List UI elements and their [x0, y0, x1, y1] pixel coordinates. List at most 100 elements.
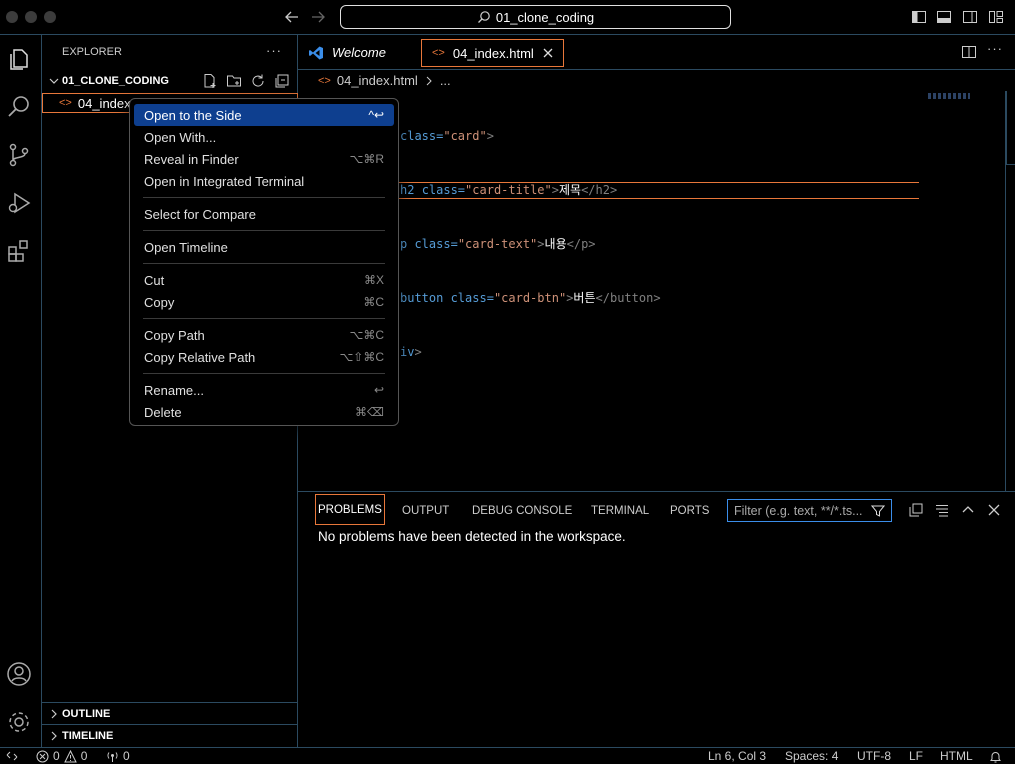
- outline-label: OUTLINE: [62, 707, 111, 720]
- encoding[interactable]: UTF-8: [857, 749, 891, 763]
- notifications-bell-icon[interactable]: [989, 750, 1002, 763]
- back-arrow-icon[interactable]: [284, 9, 300, 25]
- code-editor[interactable]: class="card"> h2 class="card-title">제목</…: [400, 91, 661, 379]
- toggle-panel-icon[interactable]: [936, 9, 952, 25]
- search-icon: [477, 10, 491, 24]
- accounts-icon[interactable]: [6, 661, 32, 687]
- command-center-search[interactable]: 01_clone_coding: [340, 5, 731, 29]
- toggle-secondary-sidebar-icon[interactable]: [962, 9, 978, 25]
- menu-separator: [143, 230, 385, 231]
- breadcrumb-file[interactable]: 04_index.html: [337, 73, 418, 88]
- menu-item-delete[interactable]: Delete ⌘⌫: [134, 401, 394, 423]
- menu-item-select-for-compare[interactable]: Select for Compare: [134, 203, 394, 225]
- minimize-window-button[interactable]: [25, 11, 37, 23]
- editor-more-actions[interactable]: ···: [987, 41, 1003, 56]
- menu-item-open-with[interactable]: Open With...: [134, 126, 394, 148]
- current-line-border-top: [398, 182, 919, 183]
- ports-status[interactable]: 0: [106, 749, 130, 763]
- problems-status[interactable]: 0 0: [36, 749, 87, 763]
- warning-icon: [63, 749, 77, 763]
- forward-arrow-icon[interactable]: [310, 9, 326, 25]
- menu-separator: [143, 318, 385, 319]
- menu-separator: [143, 373, 385, 374]
- view-as-tree-icon[interactable]: [934, 502, 950, 518]
- menu-item-copy-path[interactable]: Copy Path ⌥⌘C: [134, 324, 394, 346]
- close-window-button[interactable]: [6, 11, 18, 23]
- maximize-panel-icon[interactable]: [960, 502, 976, 518]
- customize-layout-icon[interactable]: [988, 9, 1004, 25]
- tab-debug-console[interactable]: DEBUG CONSOLE: [472, 494, 572, 527]
- menu-item-open-timeline[interactable]: Open Timeline: [134, 236, 394, 258]
- current-line-border-bottom: [398, 198, 919, 199]
- indentation[interactable]: Spaces: 4: [785, 749, 838, 763]
- refresh-icon[interactable]: [250, 73, 266, 89]
- code-line: button class="card-btn">버튼</button>: [400, 291, 661, 305]
- context-menu: Open to the Side ^↩ Open With... Reveal i…: [129, 98, 399, 426]
- menu-item-rename[interactable]: Rename... ↩: [134, 379, 394, 401]
- menu-item-reveal-in-finder[interactable]: Reveal in Finder ⌥⌘R: [134, 148, 394, 170]
- new-folder-icon[interactable]: [226, 73, 242, 89]
- run-debug-icon[interactable]: [6, 190, 32, 216]
- extensions-icon[interactable]: [6, 238, 32, 264]
- menu-item-copy-relative-path[interactable]: Copy Relative Path ⌥⇧⌘C: [134, 346, 394, 368]
- toggle-primary-sidebar-icon[interactable]: [911, 9, 927, 25]
- code-line: p class="card-text">내용</p>: [400, 237, 596, 251]
- tab-ports[interactable]: PORTS: [670, 494, 709, 527]
- close-panel-icon[interactable]: [986, 502, 1002, 518]
- new-file-icon[interactable]: [202, 73, 218, 89]
- html-file-icon: <>: [318, 74, 331, 87]
- menu-item-open-in-terminal[interactable]: Open in Integrated Terminal: [134, 170, 394, 192]
- overview-ruler: [1006, 91, 1015, 165]
- code-line: class="card">: [400, 129, 494, 143]
- tab-04-index-html[interactable]: <> 04_index.html: [421, 39, 564, 67]
- tab-welcome[interactable]: Welcome: [298, 35, 418, 70]
- maximize-window-button[interactable]: [44, 11, 56, 23]
- error-icon: [36, 750, 49, 763]
- menu-separator: [143, 263, 385, 264]
- menu-separator: [143, 197, 385, 198]
- problems-filter-input[interactable]: Filter (e.g. text, **/*.ts...: [727, 499, 892, 522]
- title-bar: 01_clone_coding: [0, 0, 1015, 35]
- breadcrumb-rest[interactable]: ...: [440, 73, 451, 88]
- remote-indicator-icon[interactable]: [6, 750, 18, 762]
- editor-tab-bar: Welcome <> 04_index.html ···: [298, 35, 1015, 70]
- problems-message: No problems have been detected in the wo…: [318, 529, 626, 544]
- menu-item-open-to-side[interactable]: Open to the Side ^↩: [134, 104, 394, 126]
- explorer-header: EXPLORER: [62, 46, 122, 58]
- source-control-icon[interactable]: [6, 142, 32, 168]
- folder-name: 01_CLONE_CODING: [62, 75, 169, 87]
- filter-icon[interactable]: [871, 504, 885, 518]
- chevron-right-icon: [48, 708, 60, 720]
- split-editor-icon[interactable]: [961, 44, 977, 60]
- bottom-panel: PROBLEMS OUTPUT DEBUG CONSOLE TERMINAL P…: [298, 491, 1015, 747]
- timeline-section[interactable]: TIMELINE: [42, 724, 298, 746]
- menu-item-copy[interactable]: Copy ⌘C: [134, 291, 394, 313]
- settings-gear-icon[interactable]: [6, 709, 32, 735]
- ports-count: 0: [123, 749, 130, 763]
- tab-label: Welcome: [332, 45, 386, 60]
- search-text: 01_clone_coding: [495, 9, 595, 25]
- html-file-icon: <>: [432, 47, 445, 59]
- collapse-folders-icon[interactable]: [274, 73, 290, 89]
- tab-problems[interactable]: PROBLEMS: [315, 494, 385, 525]
- broadcast-icon: [106, 750, 119, 763]
- filter-placeholder: Filter (e.g. text, **/*.ts...: [734, 503, 863, 518]
- outline-section[interactable]: OUTLINE: [42, 702, 298, 724]
- cursor-position[interactable]: Ln 6, Col 3: [708, 749, 766, 763]
- html-file-icon: <>: [59, 97, 72, 109]
- explorer-files-icon[interactable]: [6, 46, 32, 72]
- collapse-all-icon[interactable]: [908, 502, 924, 518]
- menu-item-cut[interactable]: Cut ⌘X: [134, 269, 394, 291]
- language-mode[interactable]: HTML: [940, 749, 973, 763]
- file-name: 04_index: [77, 95, 131, 111]
- minimap[interactable]: [928, 93, 970, 99]
- warning-count: 0: [80, 749, 88, 763]
- end-of-line[interactable]: LF: [909, 749, 923, 763]
- close-icon[interactable]: [542, 47, 554, 59]
- code-line: iv>: [400, 345, 422, 359]
- tab-output[interactable]: OUTPUT: [402, 494, 449, 527]
- tab-terminal[interactable]: TERMINAL: [591, 494, 649, 527]
- vscode-logo-icon: [308, 45, 324, 61]
- search-icon[interactable]: [6, 94, 32, 120]
- explorer-more-actions[interactable]: ···: [266, 43, 282, 58]
